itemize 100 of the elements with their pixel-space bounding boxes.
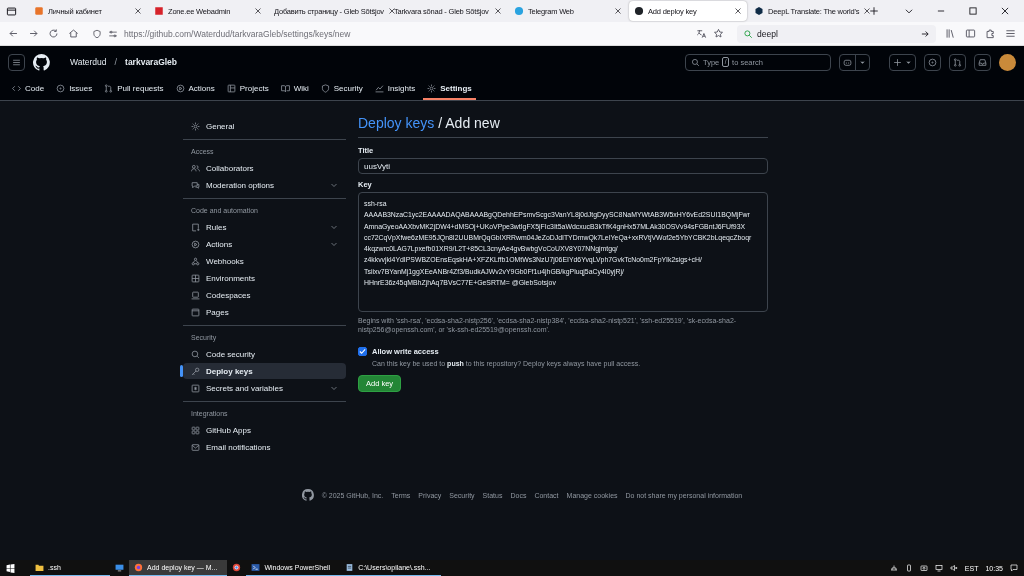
table-icon [226,83,236,93]
plus-icon[interactable] [869,6,879,16]
repo-tab[interactable]: Projects [222,78,273,100]
terminal-icon [251,563,261,572]
maximize-icon[interactable] [968,6,978,16]
graph-icon [374,83,384,93]
repo-tab[interactable]: Actions [171,78,219,100]
forward-icon[interactable] [28,28,39,39]
translate-icon[interactable] [696,28,707,39]
site-icon [34,6,44,16]
issue-icon [56,83,66,93]
browser-icon [232,563,242,572]
battery-icon[interactable] [904,564,913,572]
notification-icon[interactable] [1010,564,1018,572]
menu-button[interactable] [8,53,25,71]
close-icon[interactable] [734,7,742,15]
close-icon[interactable] [614,7,622,15]
sidebar-icon[interactable] [965,28,976,39]
key-icon [191,366,200,376]
chevron-down-icon [330,223,338,231]
puzzle-icon[interactable] [985,28,996,39]
search-field[interactable]: deepl [737,24,936,43]
sidebar-item[interactable]: Code security [183,346,346,362]
repo-tab[interactable]: Security [316,78,367,100]
sidebar-item[interactable]: Deploy keys [183,363,346,379]
sliders-icon [108,28,118,39]
reload-icon[interactable] [48,28,59,39]
repo-link[interactable]: tarkvaraGleb [125,57,178,67]
sidebar-item[interactable]: GitHub Apps [183,422,346,438]
sidebar-item[interactable]: Codespaces [183,287,346,303]
search-shield-icon [191,349,200,359]
back-icon[interactable] [8,28,19,39]
sidebar-item[interactable]: Email notifications [183,439,346,455]
site-icon [514,6,524,16]
chevron-down-icon [330,240,338,248]
monitor-icon [191,290,200,300]
close-icon[interactable] [254,7,262,15]
path-separator: / [114,57,118,67]
close-icon[interactable] [134,7,142,15]
apps-icon [191,425,200,435]
copilot-button[interactable] [839,53,870,71]
close-icon[interactable] [494,7,502,15]
sidebar-item[interactable]: Webhooks [183,253,346,269]
copilot-icon [843,57,852,67]
caret-icon [859,58,866,66]
repo-tab[interactable]: Wiki [276,78,313,100]
pull-request-icon [104,83,114,93]
github-logo[interactable] [301,489,314,501]
shield-icon [320,83,330,93]
monitor-icon[interactable] [934,564,943,572]
comment-icon [191,180,200,190]
address-bar[interactable]: https://github.com/Waterdud/tarkvaraGleb/settings/keys/new [88,24,728,43]
site-icon [154,6,164,16]
menu-icon[interactable] [1005,28,1016,39]
rules-icon [191,222,200,232]
issues-button[interactable] [924,53,941,71]
tab-list-icon[interactable] [6,5,17,17]
windows-icon[interactable] [5,563,15,573]
avatar[interactable] [999,53,1016,71]
speaker-icon[interactable] [949,564,958,572]
arrow-right-icon[interactable] [920,28,930,39]
shield-icon [92,28,102,39]
breadcrumb-link[interactable]: Deploy keys [358,115,435,131]
menu-icon [12,57,21,67]
pull-requests-button[interactable] [949,53,966,71]
close-icon[interactable] [863,7,872,15]
sidebar-item[interactable]: Environments [183,270,346,286]
title-field[interactable]: uusVyti [358,158,768,174]
repo-tab[interactable]: Settings [423,78,476,100]
sidebar-item[interactable]: Actions [183,236,346,252]
network-icon[interactable] [889,564,898,572]
sidebar-item[interactable]: General [183,118,346,134]
checkbox[interactable] [358,347,367,356]
sidebar-item[interactable]: Secrets and variables [183,380,346,396]
repo-tab[interactable]: Insights [370,78,420,100]
library-icon[interactable] [945,28,956,39]
sidebar-item[interactable]: Rules [183,219,346,235]
repo-tab[interactable]: Issues [52,78,97,100]
star-icon[interactable] [713,28,724,39]
repo-tab[interactable]: Code [8,78,49,100]
code-icon [12,83,21,93]
sidebar-item[interactable]: Collaborators [183,160,346,176]
people-icon [191,163,200,173]
close-icon[interactable] [1000,6,1010,16]
desktop-icon [115,563,124,572]
create-button[interactable] [889,53,916,71]
sidebar-item[interactable]: Moderation options [183,177,346,193]
repo-tab[interactable]: Pull requests [100,78,168,100]
inbox-button[interactable] [974,53,991,71]
camera-icon[interactable] [919,564,928,572]
github-logo[interactable] [33,53,50,71]
gear-icon [427,83,437,93]
close-icon[interactable] [387,7,396,15]
sidebar-item[interactable]: Pages [183,304,346,320]
home-icon[interactable] [68,28,79,39]
owner-link[interactable]: Waterdud [70,57,107,67]
selection-bar [180,365,183,377]
asterisk-icon [191,383,200,393]
chevron-down-icon[interactable] [904,6,914,16]
play-icon [175,83,185,93]
